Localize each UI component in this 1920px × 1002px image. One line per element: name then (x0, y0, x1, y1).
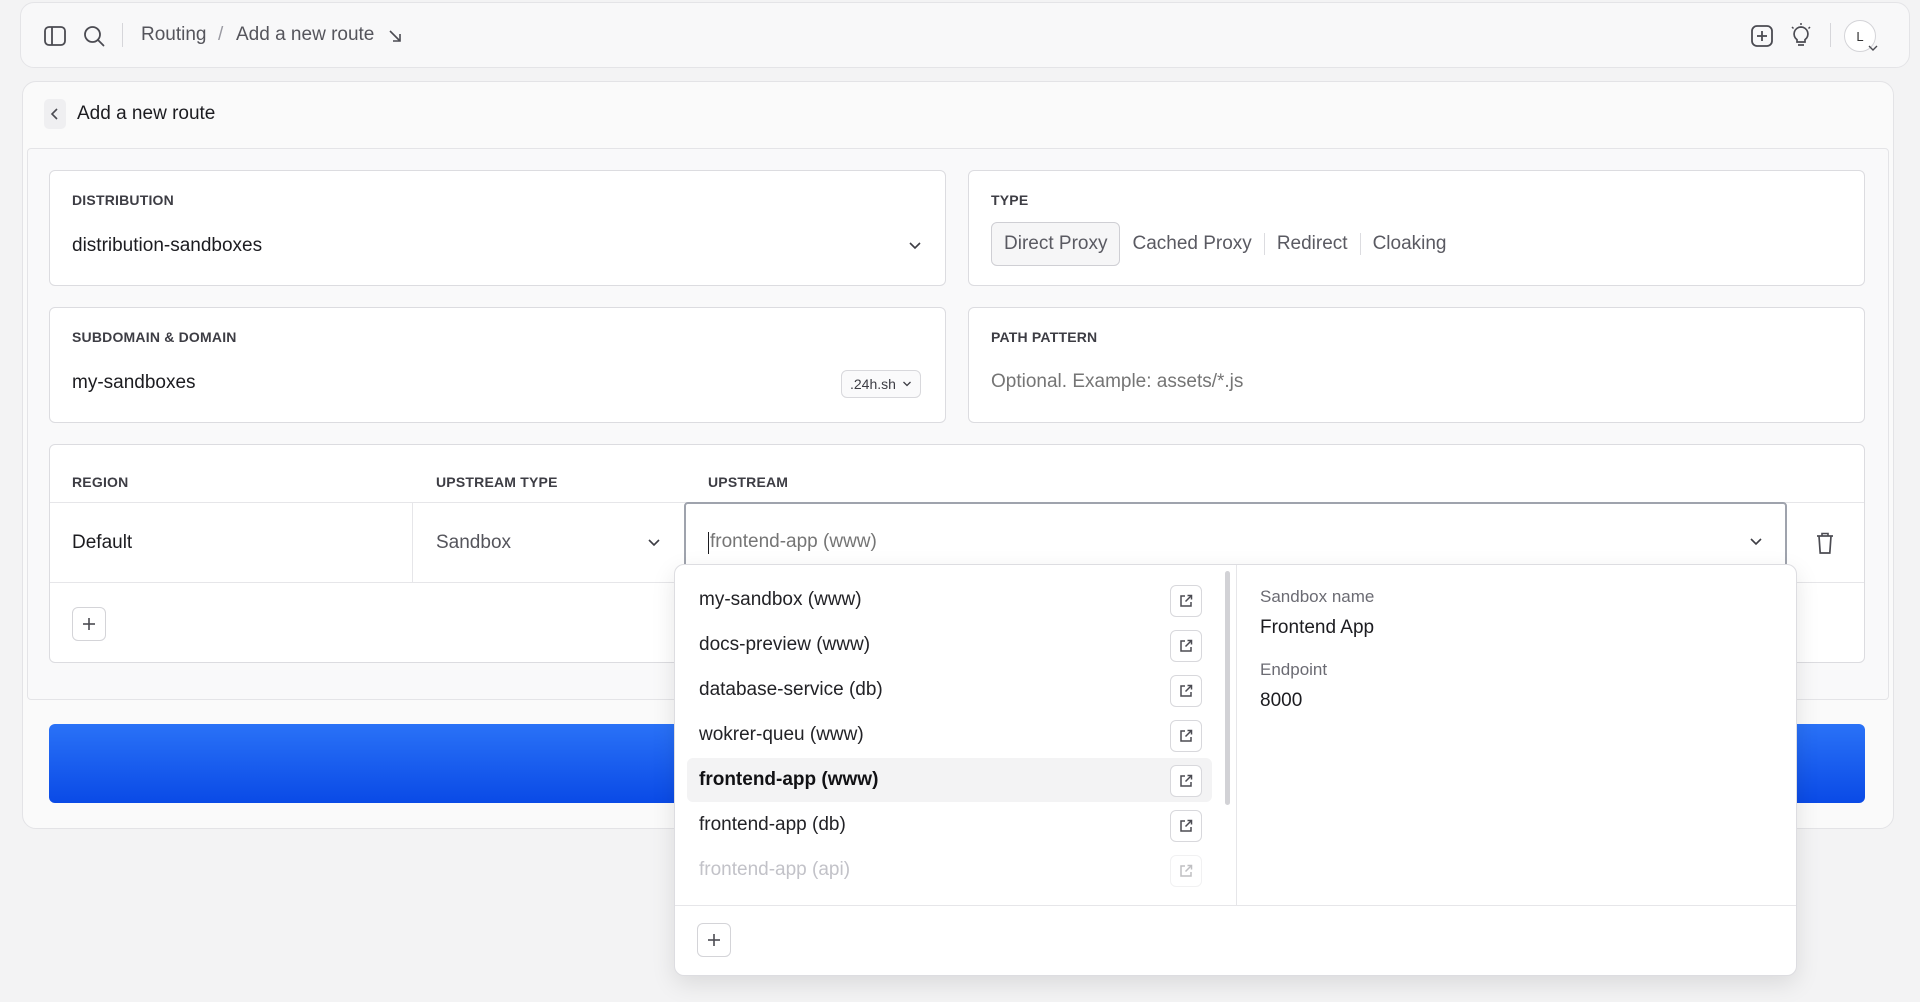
chevron-left-icon (50, 108, 58, 120)
path-pattern-field: PATH PATTERN (968, 307, 1865, 423)
option-label: database-service (db) (699, 679, 883, 700)
subdomain-field[interactable]: SUBDOMAIN & DOMAIN my-sandboxes .24h.sh (49, 307, 946, 423)
breadcrumb-routing[interactable]: Routing (141, 24, 207, 46)
dropdown-option[interactable]: wokrer-queu (www) (687, 713, 1212, 757)
dropdown-option[interactable]: database-service (db) (687, 668, 1212, 712)
option-label: frontend-app (db) (699, 814, 846, 835)
domain-value: .24h.sh (850, 376, 896, 392)
external-link-icon[interactable] (1170, 810, 1202, 842)
distribution-field[interactable]: DISTRIBUTION distribution-sandboxes (49, 170, 946, 286)
subdomain-label: SUBDOMAIN & DOMAIN (72, 329, 237, 345)
chevron-down-icon (648, 539, 660, 547)
endpoint-label: Endpoint (1260, 660, 1328, 679)
distribution-label: DISTRIBUTION (72, 192, 174, 208)
type-option-direct-proxy[interactable]: Direct Proxy (991, 222, 1121, 266)
sandbox-name-value: Frontend App (1260, 617, 1375, 638)
upstream-input[interactable] (710, 522, 1710, 562)
dropdown-option[interactable]: frontend-app (db) (687, 803, 1212, 847)
breadcrumb-current: Add a new route (236, 24, 375, 45)
dropdown-footer-divider (675, 905, 1796, 906)
domain-select[interactable]: .24h.sh (841, 370, 921, 398)
type-option-redirect[interactable]: Redirect (1265, 222, 1360, 266)
chevron-down-icon (909, 242, 921, 250)
upstream-dropdown: my-sandbox (www) docs-preview (www) data… (674, 564, 1797, 976)
dropdown-option[interactable]: docs-preview (www) (687, 623, 1212, 667)
trash-icon (1817, 532, 1833, 554)
chevron-down-icon (1750, 538, 1762, 546)
dropdown-option[interactable]: frontend-app (api) (687, 848, 1212, 892)
option-label: frontend-app (api) (699, 859, 851, 880)
endpoint-value: 8000 (1260, 690, 1303, 711)
dropdown-column-divider (1236, 565, 1237, 905)
search-icon[interactable] (81, 23, 107, 49)
page-title: Add a new route (77, 103, 216, 124)
external-link-icon[interactable] (1170, 630, 1202, 662)
external-link-icon[interactable] (1170, 765, 1202, 797)
dropdown-option-selected[interactable]: frontend-app (www) (687, 758, 1212, 802)
external-link-icon[interactable] (1170, 585, 1202, 617)
add-region-button[interactable] (72, 607, 106, 641)
add-sandbox-button[interactable] (697, 923, 731, 957)
sandbox-name-label: Sandbox name (1260, 587, 1375, 606)
breadcrumb-separator: / (218, 24, 224, 45)
option-label: docs-preview (www) (699, 634, 871, 655)
path-pattern-input[interactable] (991, 362, 1831, 402)
topbar-divider (122, 23, 123, 47)
delete-row-button[interactable] (1812, 529, 1838, 557)
option-label: frontend-app (www) (699, 769, 879, 790)
chevron-down-icon (902, 381, 911, 387)
column-header-region: REGION (72, 474, 129, 490)
plus-icon (708, 934, 720, 946)
type-segmented-control: Direct Proxy Cached Proxy Redirect Cloak… (991, 222, 1459, 266)
type-field: TYPE Direct Proxy Cached Proxy Redirect … (968, 170, 1865, 286)
type-option-cached-proxy[interactable]: Cached Proxy (1120, 222, 1263, 266)
option-label: my-sandbox (www) (699, 589, 862, 610)
avatar-initial: L (1856, 28, 1864, 44)
column-header-upstream: UPSTREAM (708, 474, 789, 490)
option-label: wokrer-queu (www) (699, 724, 864, 745)
upstream-type-select[interactable]: Sandbox (413, 503, 684, 582)
external-link-icon[interactable] (1170, 675, 1202, 707)
dropdown-option[interactable]: my-sandbox (www) (687, 578, 1212, 622)
type-option-cloaking[interactable]: Cloaking (1361, 222, 1459, 266)
avatar-chevron-icon[interactable] (1867, 41, 1879, 53)
dropdown-scrollbar[interactable] (1225, 571, 1230, 805)
type-label: TYPE (991, 192, 1029, 208)
path-pattern-label: PATH PATTERN (991, 329, 1098, 345)
plus-icon (83, 618, 95, 630)
external-link-icon[interactable] (1170, 720, 1202, 752)
upstream-type-value: Sandbox (436, 532, 512, 553)
arrow-down-right-icon[interactable] (386, 27, 404, 45)
back-button[interactable] (44, 99, 66, 129)
topbar-divider-right (1830, 23, 1831, 47)
region-cell: Default (72, 532, 133, 553)
text-cursor (708, 532, 709, 554)
column-header-upstream-type: UPSTREAM TYPE (436, 474, 558, 490)
add-square-icon[interactable] (1749, 23, 1775, 49)
sidebar-toggle-icon[interactable] (42, 23, 68, 49)
external-link-icon[interactable] (1170, 855, 1202, 887)
distribution-value: distribution-sandboxes (72, 235, 263, 256)
bulb-icon[interactable] (1788, 22, 1814, 50)
subdomain-value: my-sandboxes (72, 372, 196, 393)
